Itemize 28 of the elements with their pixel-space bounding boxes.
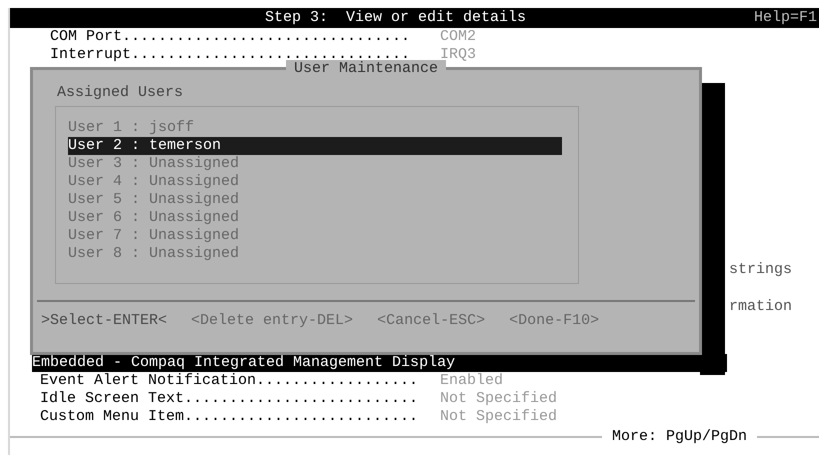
action-button[interactable]: <Done-F10> xyxy=(509,312,600,330)
action-button[interactable]: >Select-ENTER< xyxy=(41,312,168,330)
user-list-item[interactable]: User 6 : Unassigned xyxy=(68,209,562,227)
field-value: Not Specified xyxy=(440,390,558,408)
field-value: COM2 xyxy=(440,28,476,46)
help-hint: Help=F1 xyxy=(754,9,817,27)
partial-text: strings xyxy=(729,261,794,279)
user-list-item[interactable]: User 4 : Unassigned xyxy=(68,173,562,191)
field-label: Custom Menu Item.......................... xyxy=(40,408,420,426)
field-value: Not Specified xyxy=(440,408,558,426)
section-header: Embedded - Compaq Integrated Management Display xyxy=(32,354,727,372)
screen-title: Step 3: View or edit details xyxy=(265,9,526,27)
field-label: COM Port................................ xyxy=(50,28,412,46)
paging-hint: More: PgUp/PgDn xyxy=(611,428,748,446)
user-list-item[interactable]: User 5 : Unassigned xyxy=(68,191,562,209)
field-label: Event Alert Notification.................. xyxy=(40,372,420,390)
field-label: Idle Screen Text.......................... xyxy=(40,390,420,408)
user-list-item[interactable]: User 1 : jsoff xyxy=(68,119,562,137)
field-value: Enabled xyxy=(440,372,504,390)
user-list-item[interactable]: User 3 : Unassigned xyxy=(68,155,562,173)
field-label: Interrupt............................... xyxy=(50,46,410,63)
user-list-item[interactable]: User 2 : temerson xyxy=(68,137,562,155)
list-heading: Assigned Users xyxy=(57,84,184,102)
action-button[interactable]: <Cancel-ESC> xyxy=(377,312,486,330)
user-list-item[interactable]: User 7 : Unassigned xyxy=(68,227,562,245)
user-list-item[interactable]: User 8 : Unassigned xyxy=(68,245,562,263)
partial-text: rmation xyxy=(729,298,794,316)
action-button[interactable]: <Delete entry-DEL> xyxy=(191,312,354,330)
